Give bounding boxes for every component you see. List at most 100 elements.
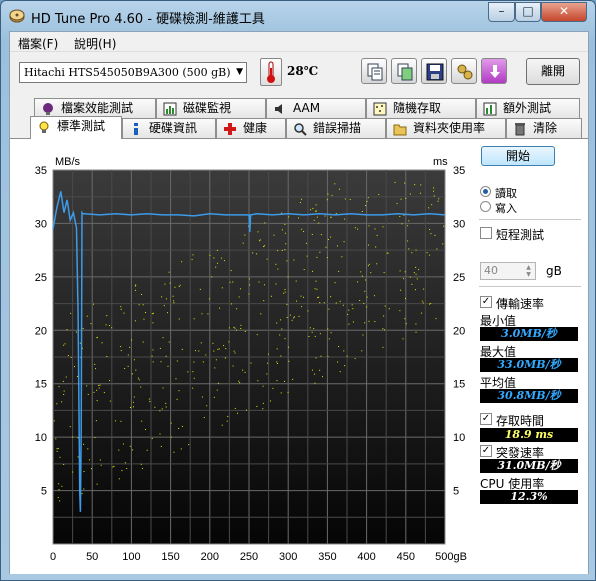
access-time-point: [201, 396, 203, 398]
access-time-point: [365, 205, 367, 207]
short-test-checkbox[interactable]: 短程測試: [480, 226, 580, 242]
access-time-point: [348, 309, 350, 311]
copy-text-button[interactable]: [361, 58, 387, 84]
access-time-point: [281, 328, 283, 330]
access-time-point: [303, 269, 305, 271]
exit-button[interactable]: 離開: [526, 58, 580, 85]
access-time-point: [399, 270, 401, 272]
radio-selected-icon: [480, 186, 491, 197]
access-time-point: [178, 427, 180, 429]
access-time-point: [163, 305, 165, 307]
close-button[interactable]: ✕: [541, 2, 587, 22]
access-time-point: [273, 234, 275, 236]
access-time-point: [316, 288, 318, 290]
access-time-value: 18.9 ms: [480, 428, 578, 442]
access-time-point: [359, 299, 361, 301]
burst-rate-value: 31.0MB/秒: [480, 459, 578, 473]
access-time-point: [301, 228, 303, 230]
access-time-point: [314, 288, 316, 290]
access-time-point: [168, 341, 170, 343]
spin-up-icon[interactable]: ▲: [523, 264, 534, 271]
tab-random-access[interactable]: 隨機存取: [366, 98, 476, 119]
access-time-point: [77, 456, 79, 458]
access-time-point: [399, 310, 401, 312]
access-time-point: [159, 410, 161, 412]
access-time-point: [411, 283, 413, 285]
access-time-point: [368, 320, 370, 322]
access-time-checkbox[interactable]: ✓ 存取時間: [480, 412, 580, 428]
access-time-point: [178, 318, 180, 320]
access-time-point: [209, 254, 211, 256]
access-time-point: [276, 322, 278, 324]
drive-select[interactable]: Hitachi HTS545050B9A300 (500 gB) ▼: [19, 62, 247, 83]
read-radio[interactable]: 讀取: [480, 185, 580, 200]
access-time-point: [376, 234, 378, 236]
title-bar[interactable]: HD Tune Pro 4.60 - 硬碟檢測-維護工具 – □ ✕: [1, 1, 595, 31]
tab-health[interactable]: 健康: [216, 118, 286, 139]
access-time-point: [364, 322, 366, 324]
write-radio[interactable]: 寫入: [480, 200, 580, 215]
access-time-point: [336, 245, 338, 247]
access-time-point: [232, 365, 234, 367]
x-tick-label: 500gB: [435, 551, 467, 563]
transfer-rate-checkbox[interactable]: ✓ 傳輸速率: [480, 295, 580, 311]
tab-aam[interactable]: AAM: [266, 98, 366, 119]
tab-disk-monitor[interactable]: 磁碟監視: [156, 98, 266, 119]
access-time-point: [96, 483, 98, 485]
access-time-point: [315, 204, 317, 206]
access-time-point: [388, 308, 390, 310]
access-time-point: [317, 297, 319, 299]
access-time-point: [315, 357, 317, 359]
spin-down-icon[interactable]: ▼: [523, 271, 534, 278]
tab-erase[interactable]: 清除: [506, 118, 582, 139]
tab-benchmark[interactable]: 標準測試: [30, 116, 122, 139]
tab-error-scan[interactable]: 錯誤掃描: [286, 118, 386, 139]
access-time-point: [368, 263, 370, 265]
download-icon: [490, 65, 500, 78]
copy-screenshot-button[interactable]: [391, 58, 417, 84]
access-time-point: [376, 263, 378, 265]
access-time-point: [357, 228, 359, 230]
access-time-point: [63, 344, 65, 346]
access-time-point: [428, 254, 430, 256]
access-time-point: [151, 355, 153, 357]
menu-file[interactable]: 檔案(F): [18, 35, 58, 52]
access-time-point: [366, 296, 368, 298]
access-time-point: [312, 207, 314, 209]
y-tick-label-left: 10: [35, 432, 47, 444]
access-time-point: [61, 401, 63, 403]
access-time-point: [95, 368, 97, 370]
tab-disk-info[interactable]: 硬碟資訊: [122, 118, 216, 139]
access-time-point: [53, 420, 55, 422]
short-test-size-input[interactable]: 40 ▲ ▼: [480, 262, 536, 280]
access-time-point: [361, 210, 363, 212]
access-time-point: [300, 295, 302, 297]
download-button[interactable]: [481, 58, 507, 84]
options-button[interactable]: [451, 58, 477, 84]
access-time-point: [138, 379, 140, 381]
access-time-point: [236, 412, 238, 414]
maximize-button[interactable]: □: [515, 2, 541, 22]
access-time-point: [152, 349, 154, 351]
minimize-button[interactable]: –: [488, 2, 515, 22]
access-time-point: [56, 448, 58, 450]
app-window: HD Tune Pro 4.60 - 硬碟檢測-維護工具 – □ ✕ 檔案(F)…: [0, 0, 596, 581]
save-button[interactable]: [421, 58, 447, 84]
access-time-point: [221, 287, 223, 289]
access-time-point: [354, 358, 356, 360]
tab-folder-usage[interactable]: 資料夾使用率: [386, 118, 506, 139]
access-time-point: [280, 319, 282, 321]
temperature-readout: 28℃: [287, 64, 319, 78]
burst-rate-checkbox[interactable]: ✓ 突發速率: [480, 444, 580, 460]
start-button[interactable]: 開始: [481, 146, 555, 166]
x-tick-label: 250: [240, 551, 258, 563]
access-time-point: [151, 313, 153, 315]
access-time-point: [224, 357, 226, 359]
tab-extra-tests[interactable]: 額外測試: [476, 98, 580, 119]
access-time-point: [132, 373, 134, 375]
access-time-point: [70, 312, 72, 314]
menu-help[interactable]: 說明(H): [74, 35, 116, 52]
access-time-point: [120, 350, 122, 352]
access-time-point: [145, 312, 147, 314]
access-time-point: [287, 276, 289, 278]
